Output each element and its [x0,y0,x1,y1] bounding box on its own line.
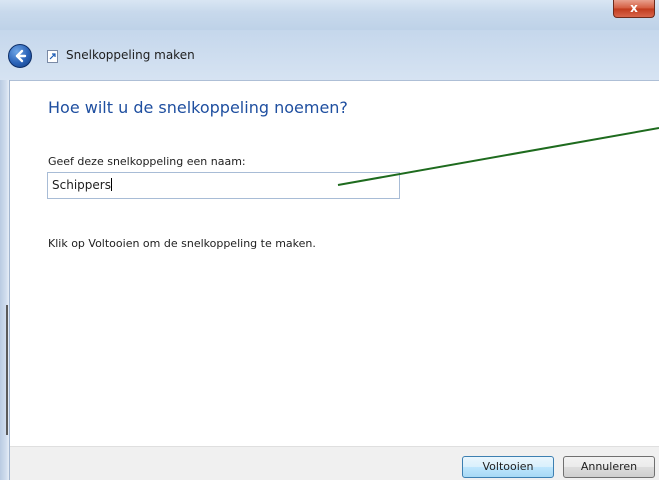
shortcut-name-input[interactable]: Schippers [47,172,400,199]
back-arrow-icon [15,49,27,63]
title-bar: x [0,0,659,30]
shortcut-name-value: Schippers [52,178,111,192]
back-button[interactable] [8,44,32,68]
wizard-header: Snelkoppeling maken [0,30,659,81]
cancel-button[interactable]: Annuleren [563,456,655,478]
window-title: Snelkoppeling maken [66,48,195,62]
wizard-footer [10,446,659,480]
finish-button[interactable]: Voltooien [462,456,554,478]
window-left-edge-shadow [6,305,8,435]
instruction-text: Klik op Voltooien om de snelkoppeling te… [48,237,316,250]
page-heading: Hoe wilt u de snelkoppeling noemen? [48,98,348,117]
close-button[interactable]: x [613,0,655,18]
text-caret [110,178,112,191]
name-field-label: Geef deze snelkoppeling een naam: [48,155,246,168]
close-icon: x [630,1,638,15]
window-left-border [0,80,10,480]
shortcut-wizard-window: x Snelkoppeling maken Hoe wilt u de snel… [0,0,659,480]
shortcut-wizard-icon [47,50,58,63]
